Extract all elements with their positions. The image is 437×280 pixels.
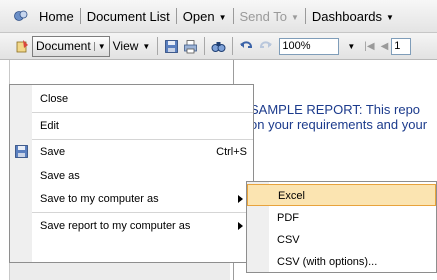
menu-item-save[interactable]: Save Ctrl+S (10, 140, 253, 164)
menu-item-shortcut: Ctrl+S (216, 146, 247, 158)
submenu-item-csv-with-options[interactable]: CSV (with options)... (247, 251, 436, 273)
document-icon (16, 39, 28, 52)
menu-divider (32, 112, 253, 113)
print-icon[interactable] (183, 39, 198, 54)
open-menu[interactable]: Open ▼ (177, 9, 233, 24)
submenu-item-excel[interactable]: Excel (247, 184, 436, 206)
save-as-format-submenu: Excel PDF CSV CSV (with options)... (246, 181, 437, 273)
chevron-down-icon: ▼ (290, 12, 299, 22)
find-icon[interactable] (211, 39, 226, 54)
save-icon (15, 145, 28, 158)
submenu-item-csv[interactable]: CSV (247, 229, 436, 251)
report-toolbar: Document ▼ View ▼ 100% ▼ |◀ ◀ 1 (0, 33, 437, 60)
submenu-item-label: CSV (277, 234, 300, 246)
chevron-down-icon: ▼ (218, 12, 227, 22)
menu-item-label: Save report to my computer as (40, 220, 191, 232)
toolbar-separator (204, 37, 206, 55)
top-navigation-bar: Home Document List Open ▼ Send To ▼ Dashbo… (0, 0, 437, 33)
submenu-arrow-icon (238, 195, 243, 203)
previous-page-icon: ◀ (380, 40, 389, 52)
home-icon[interactable] (14, 9, 28, 23)
menu-item-save-as[interactable]: Save as (10, 164, 253, 188)
zoom-dropdown-icon[interactable]: ▼ (347, 42, 355, 51)
document-menu-button[interactable]: Document ▼ (32, 35, 110, 57)
zoom-input[interactable]: 100% (279, 37, 340, 55)
menu-item-label: Close (40, 93, 69, 105)
menu-item-save-report-to-my-computer-as[interactable]: Save report to my computer as (10, 214, 253, 238)
menu-item-label: Save as (40, 170, 80, 182)
send-to-menu[interactable]: Send To ▼ (234, 9, 305, 24)
open-menu-label: Open (182, 8, 215, 24)
save-icon[interactable] (164, 39, 179, 54)
toolbar-separator (157, 37, 159, 55)
redo-icon (260, 40, 273, 48)
dashboards-menu[interactable]: Dashboards ▼ (306, 9, 400, 24)
submenu-item-pdf[interactable]: PDF (247, 207, 436, 229)
report-text-line: on your requirements and your (250, 117, 428, 132)
document-dropdown-menu: Close Edit Save Ctrl+S Save as Save to m… (9, 84, 254, 263)
view-menu-button[interactable]: View ▼ (110, 36, 154, 57)
page-number-input[interactable]: 1 (391, 37, 412, 55)
document-menu-label: Document (36, 39, 91, 53)
chevron-down-icon: ▼ (142, 41, 151, 51)
document-list-link[interactable]: Document List (81, 9, 176, 24)
submenu-item-label: Excel (278, 190, 305, 202)
menu-item-label: Save to my computer as (40, 193, 159, 205)
first-page-icon: |◀ (364, 40, 375, 52)
menu-item-label: Edit (40, 120, 59, 132)
submenu-arrow-icon (238, 222, 243, 230)
menu-divider (32, 212, 253, 213)
send-to-label: Send To (239, 8, 287, 24)
undo-icon[interactable] (239, 39, 254, 54)
menu-item-label: Save (40, 146, 66, 158)
menu-item-close[interactable]: Close (10, 87, 253, 111)
menu-item-save-to-my-computer-as[interactable]: Save to my computer as (10, 187, 253, 211)
menu-item-edit[interactable]: Edit (10, 114, 253, 138)
home-link[interactable]: Home (33, 9, 80, 24)
view-menu-label: View (112, 39, 139, 53)
chevron-down-icon: ▼ (93, 41, 106, 51)
dashboards-label: Dashboards (311, 8, 383, 24)
report-text-line: SAMPLE REPORT: This repo (250, 102, 421, 117)
toolbar-separator (232, 37, 234, 55)
submenu-item-label: PDF (277, 212, 299, 224)
application-window: Home Document List Open ▼ Send To ▼ Dashbo… (0, 0, 437, 280)
submenu-item-label: CSV (with options)... (277, 256, 378, 268)
chevron-down-icon: ▼ (386, 12, 394, 22)
